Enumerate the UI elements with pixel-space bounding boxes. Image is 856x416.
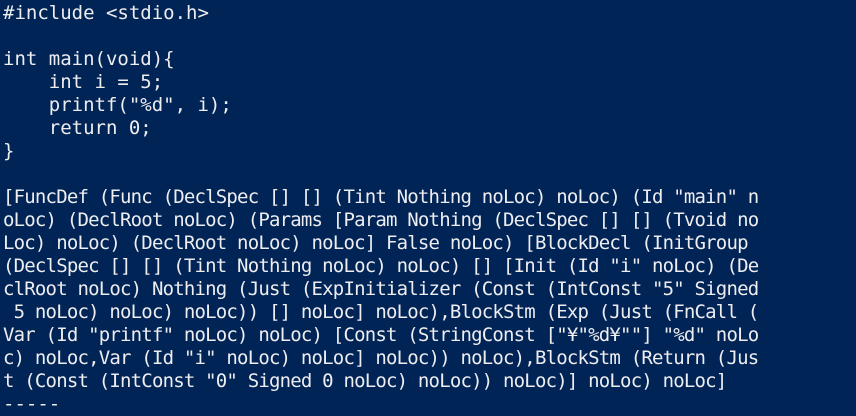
ast-output-line: 5 noLoc) noLoc) noLoc)) [] noLoc] noLoc)…: [3, 301, 760, 323]
ast-output-block: [FuncDef (Func (DeclSpec [] [] (Tint Not…: [3, 186, 856, 393]
ast-output-line: t (Const (IntConst "0" Signed 0 noLoc) n…: [3, 370, 727, 392]
source-line: printf("%d", i);: [3, 94, 232, 116]
source-line: int main(void){: [3, 48, 175, 70]
ast-output-line: [FuncDef (Func (DeclSpec [] [] (Tint Not…: [3, 186, 759, 208]
ast-output-line: c) noLoc,Var (Id "i" noLoc) noLoc] noLoc…: [3, 347, 759, 369]
source-line: return 0;: [3, 117, 152, 139]
source-line: #include <stdio.h>: [3, 2, 209, 24]
source-line: [3, 25, 856, 48]
ast-output-line: (DeclSpec [] [] (Tint Nothing noLoc) noL…: [3, 255, 759, 277]
ast-output-line: Var (Id "printf" noLoc) noLoc) [Const (S…: [3, 324, 759, 346]
source-line: int i = 5;: [3, 71, 164, 93]
ast-output-line: Loc) noLoc) (DeclRoot noLoc) noLoc] Fals…: [3, 232, 749, 254]
ast-output-line: oLoc) (DeclRoot noLoc) (Params [Param No…: [3, 209, 759, 231]
terminal-window[interactable]: #include <stdio.h> int main(void){ int i…: [0, 0, 856, 415]
source-line: }: [3, 140, 15, 162]
separator-line: -----: [3, 393, 61, 415]
ast-output-line: clRoot noLoc) Nothing (Just (ExpInitiali…: [3, 278, 759, 300]
source-code-block: #include <stdio.h> int main(void){ int i…: [3, 2, 856, 163]
